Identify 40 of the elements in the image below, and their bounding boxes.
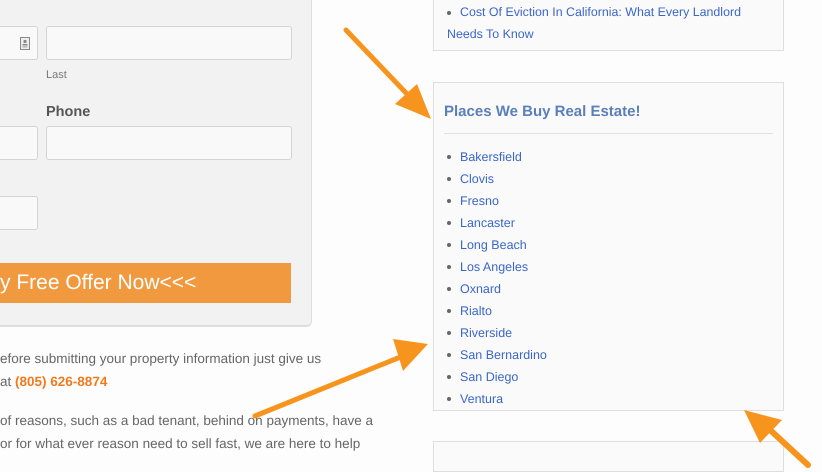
bullet-dot: [447, 352, 451, 357]
contact-card-icon: [20, 36, 30, 50]
city-link[interactable]: Riverside: [460, 322, 512, 344]
phone-label: Phone: [46, 104, 90, 122]
bullet-dot: [447, 154, 451, 159]
city-link[interactable]: Long Beach: [460, 234, 527, 256]
city-link[interactable]: Ventura: [460, 388, 504, 410]
city-link[interactable]: Clovis: [460, 168, 494, 190]
phone-field[interactable]: [46, 126, 292, 160]
input-field[interactable]: [0, 126, 38, 160]
bullet-dot: [447, 374, 451, 379]
bullet-dot: [447, 10, 451, 15]
city-link[interactable]: Rialto: [460, 300, 492, 322]
city-link[interactable]: Bakersfield: [460, 146, 522, 168]
paragraph-line: of reasons, such as a bad tenant, behind on payments, have a: [0, 412, 374, 430]
bullet-dot: [447, 330, 451, 335]
widget-title: Places We Buy Real Estate!: [444, 102, 640, 122]
bullet-dot: [447, 220, 451, 225]
bullet-dot: [447, 176, 451, 181]
post-link[interactable]: Cost Of Eviction In California: What Every Landlord Needs To Know: [444, 1, 767, 45]
paragraph-line: or for what ever reason need to sell fast, we are here to help: [0, 434, 360, 453]
bullet-dot: [447, 264, 451, 269]
city-link[interactable]: Fresno: [460, 190, 499, 212]
paragraph-line: at (805) 626-8874: [0, 372, 108, 391]
city-link[interactable]: Lancaster: [460, 212, 515, 234]
bullet-dot: [447, 286, 451, 291]
city-link[interactable]: San Diego: [460, 366, 518, 388]
last-name-field[interactable]: [46, 26, 292, 60]
bullet-dot: [447, 308, 451, 313]
bullet-dot: [447, 242, 451, 247]
annotation-arrow: [744, 410, 811, 468]
paragraph-line: efore submitting your property information just give us: [0, 350, 322, 368]
city-link[interactable]: San Bernardino: [460, 344, 547, 366]
field-sublabel: Last: [46, 69, 67, 81]
city-link[interactable]: Oxnard: [460, 278, 501, 300]
input-field[interactable]: [0, 196, 38, 230]
city-link[interactable]: Los Angeles: [460, 256, 528, 278]
bullet-dot: [447, 198, 451, 203]
bullet-dot: [447, 396, 451, 401]
first-name-field[interactable]: [0, 26, 38, 60]
